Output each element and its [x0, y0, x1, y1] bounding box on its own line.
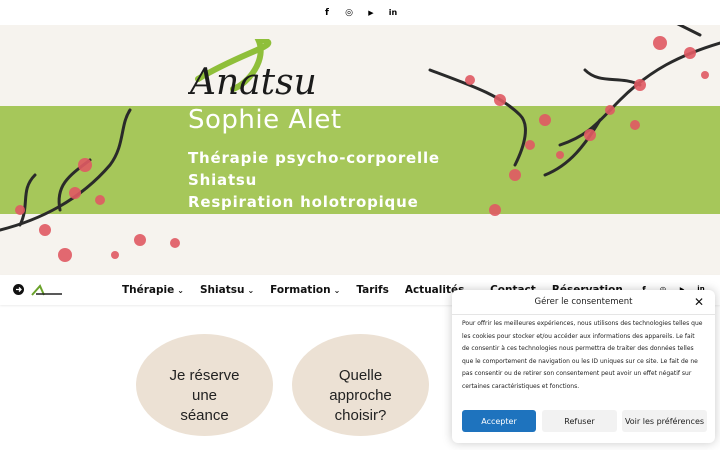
card-quelle-approche[interactable]: Quelle approche choisir?	[292, 334, 429, 436]
preferences-button[interactable]: Voir les préférences	[622, 410, 707, 432]
svg-text:Anatsu: Anatsu	[188, 62, 317, 99]
accept-button[interactable]: Accepter	[462, 410, 536, 432]
header-banner: Anatsu Sophie Alet Thérapie psycho-corpo…	[0, 25, 720, 275]
chevron-down-icon: ⌄	[333, 285, 341, 295]
cookie-consent-dialog: Gérer le consentement ✕ Pour offrir les …	[452, 290, 715, 443]
card-line: choisir?	[334, 407, 387, 424]
chevron-down-icon: ⌄	[247, 285, 255, 295]
subtitle-line-1: Thérapie psycho-corporelle	[188, 149, 440, 167]
menu-item-formation[interactable]: Formation ⌄	[270, 284, 340, 296]
card-line: une	[191, 387, 218, 404]
menu-item-shiatsu[interactable]: Shiatsu ⌄	[200, 284, 254, 296]
menu-item-therapie[interactable]: Thérapie ⌄	[122, 284, 184, 296]
subtitle-line-3: Respiration holotropique	[188, 193, 419, 211]
menu-item-tarifs[interactable]: Tarifs	[356, 284, 389, 296]
card-reserve-seance[interactable]: Je réserve une séance	[136, 334, 273, 436]
refuse-button[interactable]: Refuser	[542, 410, 617, 432]
top-social-bar: f ◎ ▶ in	[0, 0, 720, 25]
arrow-right-icon[interactable]	[13, 284, 24, 295]
facebook-icon[interactable]: f	[321, 7, 333, 19]
card-line: Je réserve	[169, 367, 240, 384]
card-line: approche	[329, 387, 392, 404]
linkedin-icon[interactable]: in	[387, 7, 399, 19]
anatsu-logo[interactable]: Anatsu	[187, 35, 403, 103]
divider	[452, 314, 715, 315]
youtube-icon[interactable]: ▶	[365, 7, 377, 19]
chevron-down-icon: ⌄	[177, 285, 184, 295]
subtitle-line-2: Shiatsu	[188, 171, 258, 189]
mini-logo[interactable]	[30, 283, 64, 302]
close-icon[interactable]: ✕	[694, 295, 704, 309]
card-line: Quelle	[338, 367, 383, 384]
card-line: séance	[180, 407, 229, 424]
page-title: Sophie Alet	[188, 105, 342, 135]
instagram-icon[interactable]: ◎	[343, 7, 355, 19]
cookie-title: Gérer le consentement	[534, 297, 633, 307]
cookie-text: Pour offrir les meilleures expériences, …	[462, 320, 703, 390]
